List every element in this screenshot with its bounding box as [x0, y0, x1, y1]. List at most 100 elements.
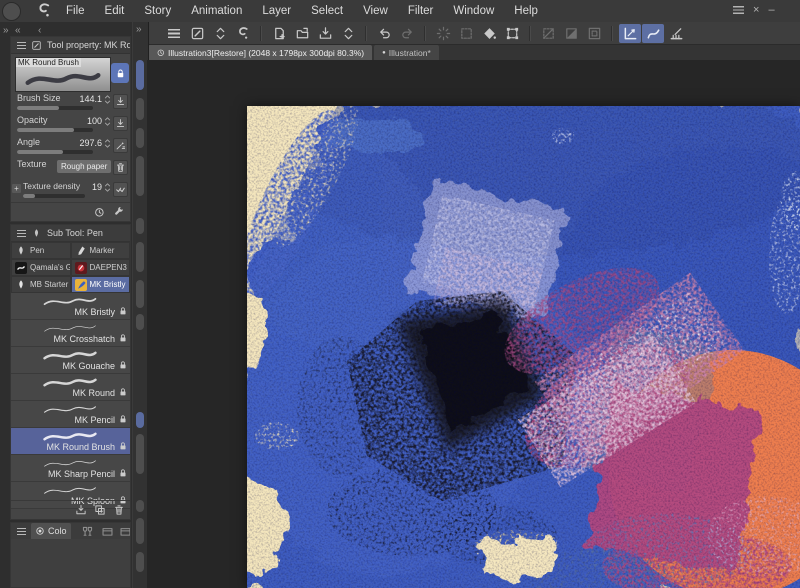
menu-window[interactable]: Window	[443, 1, 504, 22]
brush-item-mk-crosshatch[interactable]: MK Crosshatch	[11, 320, 130, 347]
border-selection-button[interactable]	[583, 24, 605, 43]
group-tab-mk-bristly[interactable]: MK Bristly	[70, 276, 130, 293]
texture-density-slider[interactable]	[23, 194, 85, 198]
tool-cycle-button[interactable]	[209, 24, 231, 43]
brush-item-mk-sharp-pencil[interactable]: MK Sharp Pencil	[11, 455, 130, 482]
dock-back-icon[interactable]: ‹	[38, 25, 41, 36]
group-tab-daepen3[interactable]: DAEPEN3	[70, 259, 130, 276]
expand-plus-icon[interactable]: +	[12, 184, 21, 193]
color-mixer-tab-icon[interactable]	[119, 525, 131, 538]
brush-item-mk-bristly[interactable]: MK Bristly	[11, 293, 130, 320]
menu-view[interactable]: View	[353, 1, 398, 22]
selection-border-icon	[587, 26, 602, 41]
angle-value[interactable]: 297.6	[79, 138, 102, 148]
menu-select[interactable]: Select	[301, 1, 353, 22]
snap-to-guide-button[interactable]	[665, 24, 687, 43]
sub-tool-footer	[11, 500, 130, 519]
undo-button[interactable]	[373, 24, 395, 43]
angle-slider[interactable]	[17, 150, 93, 154]
lock-icon	[118, 441, 128, 451]
texture-density-stepper[interactable]	[104, 182, 111, 193]
texture-select-chip[interactable]: Rough paper	[57, 160, 112, 173]
menu-help[interactable]: Help	[504, 1, 548, 22]
panel-menu-icon[interactable]	[17, 41, 26, 49]
brush-item-mk-pencil[interactable]: MK Pencil	[11, 401, 130, 428]
save-file-button[interactable]	[314, 24, 336, 43]
opacity-stepper[interactable]	[104, 116, 111, 127]
texture-delete-button[interactable]	[113, 160, 128, 175]
brush-stroke-preview[interactable]: MK Round Brush	[15, 57, 111, 92]
crop-frame-button[interactable]	[501, 24, 523, 43]
group-tab-mb-starter[interactable]: MB Starter	[11, 276, 71, 293]
strip-expand-icon[interactable]: »	[136, 24, 142, 35]
preview-brush-name: MK Round Brush	[16, 58, 81, 67]
document-tab-active[interactable]: Illustration3[Restore] (2048 x 1798px 30…	[148, 45, 373, 60]
brush-size-slider[interactable]	[17, 106, 93, 110]
group-tab-pen[interactable]: Pen	[11, 242, 71, 259]
menu-story[interactable]: Story	[134, 1, 181, 22]
canvas-workspace[interactable]	[147, 60, 800, 588]
group-tab-marker[interactable]: Marker	[70, 242, 130, 259]
color-set-tab-icon[interactable]	[81, 525, 94, 538]
menu-file[interactable]: File	[56, 1, 95, 22]
brush-item-mk-round-brush-selected[interactable]: MK Round Brush	[11, 428, 130, 455]
edit-canvas-button[interactable]	[186, 24, 208, 43]
invert-selection-button[interactable]	[560, 24, 582, 43]
open-clip-studio-button[interactable]	[232, 24, 254, 43]
angle-stepper[interactable]	[104, 138, 111, 149]
document-canvas[interactable]	[237, 96, 800, 588]
lock-tool-property-button[interactable]	[111, 63, 129, 83]
angle-dynamics-button[interactable]	[113, 138, 128, 153]
opacity-value[interactable]: 100	[87, 116, 102, 126]
app-icon[interactable]	[2, 2, 21, 21]
brush-size-stepper[interactable]	[104, 94, 111, 105]
invert-selection-icon	[564, 26, 579, 41]
color-history-tab-icon[interactable]	[101, 525, 114, 538]
sunburst-icon	[436, 26, 451, 41]
fill-button[interactable]	[478, 24, 500, 43]
deselect-button[interactable]	[537, 24, 559, 43]
main-menu-button[interactable]	[163, 24, 185, 43]
import-sub-tool-button[interactable]	[73, 503, 88, 517]
window-menu-icon[interactable]	[733, 6, 744, 14]
window-close-button[interactable]: ×	[753, 4, 759, 17]
menu-filter[interactable]: Filter	[398, 1, 444, 22]
document-tab-inactive[interactable]: ● Illustration*	[374, 45, 439, 60]
new-file-button[interactable]	[268, 24, 290, 43]
menu-edit[interactable]: Edit	[95, 1, 135, 22]
texture-density-apply-button[interactable]	[113, 182, 128, 197]
open-file-button[interactable]	[291, 24, 313, 43]
brush-size-dynamics-button[interactable]	[113, 94, 128, 109]
dock-collapse-icon[interactable]: »	[3, 25, 9, 36]
redo-button[interactable]	[396, 24, 418, 43]
delete-sub-tool-button[interactable]	[111, 503, 126, 517]
menu-animation[interactable]: Animation	[181, 1, 252, 22]
snap-to-ruler-button[interactable]	[619, 23, 641, 43]
brush-item-mk-round[interactable]: MK Round	[11, 374, 130, 401]
window-minimize-button[interactable]: –	[768, 4, 774, 17]
panel-menu-icon[interactable]	[17, 527, 26, 535]
snap-to-special-ruler-button[interactable]	[642, 23, 664, 43]
lock-icon	[118, 468, 128, 478]
opacity-row: Opacity 100	[11, 114, 130, 136]
select-area-button[interactable]	[455, 24, 477, 43]
brush-item-mk-gouache[interactable]: MK Gouache	[11, 347, 130, 374]
opacity-dynamics-button[interactable]	[113, 116, 128, 131]
color-wheel-tab[interactable]: Colo	[31, 523, 71, 539]
group-tab-qamala[interactable]: Qamala's G	[11, 259, 71, 276]
duplicate-sub-tool-button[interactable]	[92, 503, 107, 517]
spray-effect-button[interactable]	[432, 24, 454, 43]
reset-all-settings-button[interactable]	[91, 205, 106, 219]
group-label: Marker	[89, 246, 115, 255]
dock-expand-icon[interactable]: «	[15, 25, 21, 36]
panel-menu-icon[interactable]	[17, 229, 26, 237]
brush-size-value[interactable]: 144.1	[79, 94, 102, 104]
save-options-button[interactable]	[337, 24, 359, 43]
sub-tool-detail-button[interactable]	[111, 205, 126, 219]
lock-icon	[118, 333, 128, 343]
menu-layer[interactable]: Layer	[252, 1, 301, 22]
opacity-slider[interactable]	[17, 128, 93, 132]
texture-density-value[interactable]: 19	[92, 182, 102, 192]
toolbar-divider	[424, 25, 426, 41]
color-panel: Colo	[10, 522, 131, 588]
